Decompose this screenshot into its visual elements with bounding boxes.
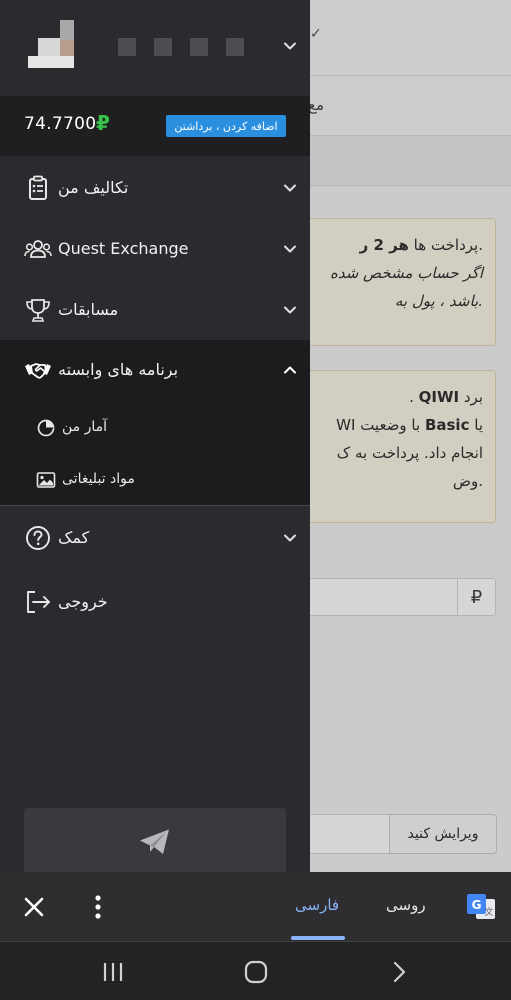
submenu-item-promo-materials[interactable]: مواد تبلیغاتی [0, 454, 310, 506]
drawer-scrim[interactable] [310, 0, 511, 872]
navigation-drawer: 74.7700 ₽ اضافه کردن ، برداشتن تکالیف من… [0, 0, 310, 872]
menu-item-logout[interactable]: خروجی [0, 572, 310, 633]
menu-label: Quest Exchange [58, 239, 189, 258]
trophy-icon [26, 299, 50, 322]
system-nav-bar [0, 942, 511, 1000]
google-translate-icon[interactable]: G 文 [466, 893, 496, 921]
menu-label: برنامه های وابسته [58, 360, 179, 379]
svg-text:G: G [472, 898, 482, 912]
chevron-down-icon [284, 42, 296, 50]
telegram-button[interactable] [24, 808, 286, 872]
submenu-item-my-stats[interactable]: آمار من [0, 402, 310, 454]
menu-item-affiliate-programs[interactable]: برنامه های وابسته [0, 340, 310, 401]
image-icon [36, 472, 56, 488]
logout-icon [27, 591, 50, 613]
tab-source-language[interactable]: روسی [386, 896, 426, 914]
chevron-down-icon [284, 306, 296, 314]
pie-chart-icon [37, 419, 55, 437]
affiliate-submenu: آمار من مواد تبلیغاتی [0, 400, 310, 506]
ruble-icon: ₽ [96, 111, 110, 135]
menu-item-competitions[interactable]: مسابقات [0, 280, 310, 341]
chevron-down-icon [284, 184, 296, 192]
submenu-label: مواد تبلیغاتی [62, 471, 135, 487]
question-circle-icon [26, 526, 50, 550]
menu-label: تکالیف من [58, 178, 129, 197]
avatar [28, 20, 78, 68]
back-icon[interactable] [387, 959, 413, 985]
more-vertical-icon[interactable] [88, 894, 108, 920]
menu-item-help[interactable]: کمک [0, 508, 310, 569]
submenu-label: آمار من [62, 419, 108, 435]
chevron-down-icon [284, 245, 296, 253]
svg-text:文: 文 [484, 906, 493, 918]
home-icon[interactable] [243, 959, 269, 985]
add-withdraw-button[interactable]: اضافه کردن ، برداشتن [166, 115, 286, 137]
users-group-icon [24, 240, 52, 258]
close-icon[interactable] [22, 895, 46, 919]
translate-bar: فارسی روسی G 文 [0, 872, 511, 942]
active-tab-indicator [291, 936, 345, 940]
tab-target-language[interactable]: فارسی [291, 872, 345, 942]
menu-item-quest-exchange[interactable]: Quest Exchange [0, 219, 310, 280]
handshake-icon [25, 363, 51, 379]
menu-label: کمک [58, 528, 90, 547]
profile-header[interactable] [0, 0, 310, 96]
menu-item-my-tasks[interactable]: تکالیف من [0, 158, 310, 219]
menu-label: مسابقات [58, 300, 119, 319]
clipboard-icon [29, 175, 47, 200]
chevron-up-icon [284, 366, 296, 374]
username-blurred [118, 38, 262, 60]
balance-value: 74.7700 [24, 114, 97, 134]
chevron-down-icon [284, 534, 296, 542]
recent-apps-icon[interactable] [100, 959, 126, 985]
target-language-label: فارسی [295, 896, 340, 914]
menu-label: خروجی [58, 592, 108, 611]
telegram-icon [140, 829, 169, 854]
